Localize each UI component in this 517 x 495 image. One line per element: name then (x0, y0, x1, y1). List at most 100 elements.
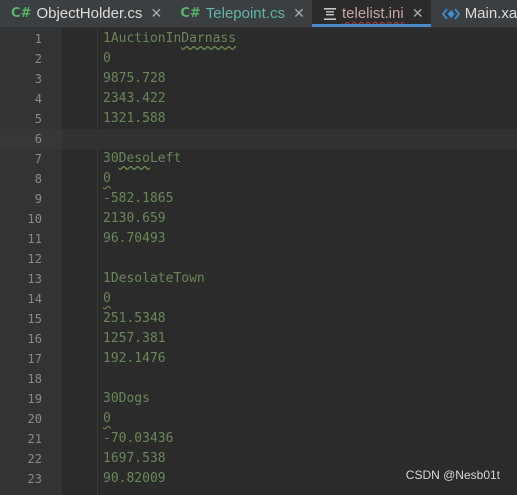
line-number: 13 (27, 272, 42, 286)
line-text: 9875.728 (103, 71, 166, 86)
tab-title: Main.xa (464, 5, 517, 22)
code-editor[interactable]: 1 1AuctionInDarnass 2 0 3 9875.728 4 2343.422 5 1… (0, 28, 517, 495)
line-number: 5 (34, 112, 42, 126)
line-text: 0 (103, 291, 111, 306)
line-text: 2343.422 (103, 91, 166, 106)
line-text: 0 (103, 171, 111, 186)
code-line[interactable]: 11 96.70493 (0, 229, 517, 249)
tab-telelist[interactable]: telelist.ini ✕ (311, 0, 431, 27)
tab-main-xaml[interactable]: Main.xa (431, 0, 517, 27)
close-icon[interactable]: ✕ (292, 6, 306, 22)
line-number: 1 (34, 32, 42, 46)
line-text: 1257.381 (103, 331, 166, 346)
code-line[interactable]: 6 (0, 129, 517, 149)
text-file-icon-glyph (323, 7, 336, 20)
watermark: CSDN @Nesb01t (405, 468, 500, 482)
code-line[interactable]: 20 (0, 49, 517, 69)
line-number-cell: 16 (0, 329, 62, 349)
line-text: 0 (103, 51, 111, 66)
line-text: 1AuctionInDarnass (103, 31, 237, 46)
line-text: 96.70493 (103, 231, 166, 246)
code-line[interactable]: 21 -70.03436 (0, 429, 517, 449)
editor-tab-bar: C# ObjectHolder.cs ✕ C# Telepoint.cs ✕ t… (0, 0, 517, 28)
code-line[interactable]: 19 30Dogs (0, 389, 517, 409)
code-line[interactable]: 16 1257.381 (0, 329, 517, 349)
line-number-cell: 5 (0, 109, 62, 129)
line-number-cell: 2 (0, 49, 62, 69)
line-number: 14 (27, 292, 42, 306)
line-number: 10 (27, 212, 42, 226)
line-text: 1697.538 (103, 451, 166, 466)
line-number: 21 (27, 432, 42, 446)
code-line[interactable]: 14 0 (0, 289, 517, 309)
line-text: 30Dogs (103, 391, 150, 406)
csharp-file-icon: C# (11, 6, 32, 21)
line-number-cell: 15 (0, 309, 62, 329)
line-text: 1321.588 (103, 111, 166, 126)
code-line[interactable]: 4 2343.422 (0, 89, 517, 109)
line-number: 6 (34, 132, 42, 146)
line-number-cell: 7 (0, 149, 62, 169)
line-number: 2 (34, 52, 42, 66)
line-number-cell: 18 (0, 369, 62, 389)
line-number: 7 (34, 152, 42, 166)
line-text: 1DesolateTown (103, 271, 205, 286)
line-number: 22 (27, 452, 42, 466)
xaml-file-icon (441, 7, 460, 21)
line-number-cell: 3 (0, 69, 62, 89)
tab-telepoint[interactable]: C# Telepoint.cs ✕ (169, 0, 312, 27)
line-number-cell: 11 (0, 229, 62, 249)
line-number: 15 (27, 312, 42, 326)
code-line[interactable]: 3 9875.728 (0, 69, 517, 89)
line-number: 19 (27, 392, 42, 406)
line-number: 23 (27, 472, 42, 486)
line-number: 3 (34, 72, 42, 86)
line-text: -582.1865 (103, 191, 174, 206)
code-line[interactable]: 18 (0, 369, 517, 389)
line-text: -70.03436 (103, 431, 174, 446)
line-number-cell: 10 (0, 209, 62, 229)
line-number-cell: 17 (0, 349, 62, 369)
line-number-cell: 4 (0, 89, 62, 109)
code-line[interactable]: 10 2130.659 (0, 209, 517, 229)
line-number: 8 (34, 172, 42, 186)
code-line[interactable]: 22 1697.538 (0, 449, 517, 469)
line-number-cell: 21 (0, 429, 62, 449)
close-icon[interactable]: ✕ (149, 6, 163, 22)
tab-title: Telepoint.cs (205, 5, 285, 22)
line-text: 251.5348 (103, 311, 166, 326)
code-line[interactable]: 5 1321.588 (0, 109, 517, 129)
line-number-cell: 12 (0, 249, 62, 269)
code-line[interactable]: 7 30DesoLeft (0, 149, 517, 169)
code-line[interactable]: 15 251.5348 (0, 309, 517, 329)
line-number-cell: 23 (0, 469, 62, 489)
line-text: 192.1476 (103, 351, 166, 366)
close-icon[interactable]: ✕ (411, 6, 425, 22)
line-number-cell: 13 (0, 269, 62, 289)
code-line[interactable]: 17 192.1476 (0, 349, 517, 369)
tab-title: telelist.ini (341, 5, 404, 22)
line-number: 11 (27, 232, 42, 246)
code-line[interactable]: 1 1AuctionInDarnass (0, 29, 517, 49)
line-number-cell: 19 (0, 389, 62, 409)
line-number-cell: 1 (0, 29, 62, 49)
csharp-file-icon: C# (180, 6, 201, 21)
line-text: 90.82009 (103, 471, 166, 486)
code-line[interactable]: 13 1DesolateTown (0, 269, 517, 289)
line-number: 20 (27, 412, 42, 426)
code-line[interactable]: 80 (0, 169, 517, 189)
code-line[interactable]: 20 0 (0, 409, 517, 429)
line-text: 30DesoLeft (103, 151, 182, 166)
line-number-cell: 14 (0, 289, 62, 309)
line-text: 2130.659 (103, 211, 166, 226)
line-text: 0 (103, 411, 111, 426)
line-number: 16 (27, 332, 42, 346)
text-file-icon (323, 7, 337, 21)
tab-title: ObjectHolder.cs (36, 5, 143, 22)
xaml-file-icon-glyph (441, 7, 460, 20)
tab-objectholder[interactable]: C# ObjectHolder.cs ✕ (0, 0, 169, 27)
line-number-cell: 22 (0, 449, 62, 469)
code-line[interactable]: 9 -582.1865 (0, 189, 517, 209)
code-line[interactable]: 12 (0, 249, 517, 269)
line-number: 9 (34, 192, 42, 206)
